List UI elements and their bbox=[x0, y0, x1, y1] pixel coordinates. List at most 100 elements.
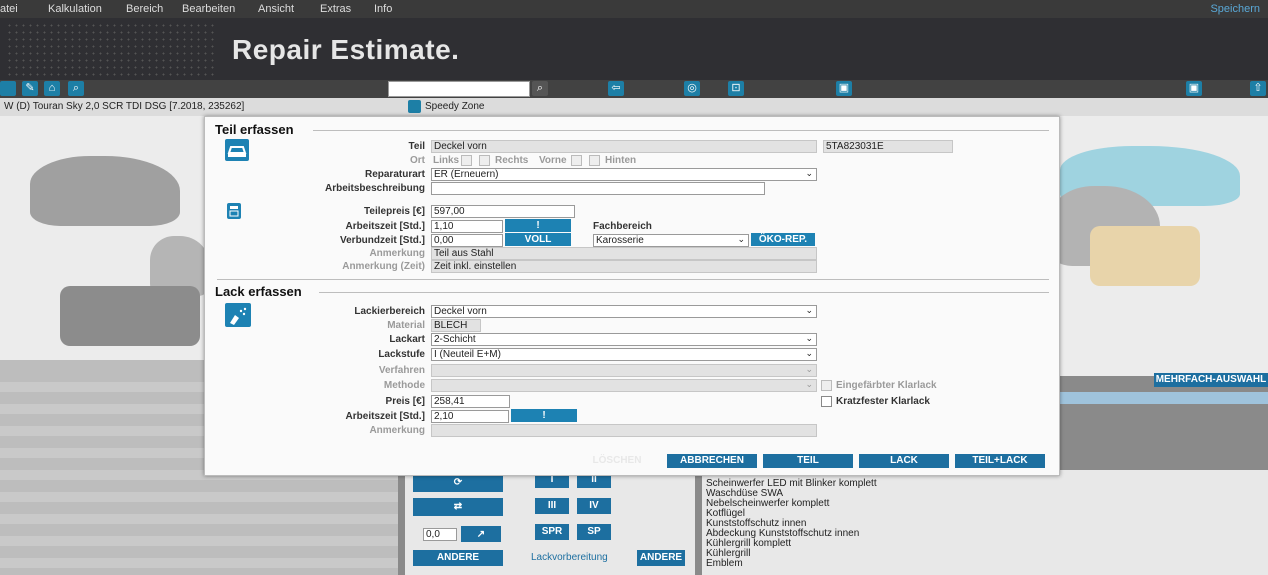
roman-iv-button[interactable]: IV bbox=[577, 498, 611, 514]
list-row[interactable] bbox=[0, 558, 398, 568]
ort-rechts-checkbox[interactable] bbox=[479, 155, 490, 166]
vehicle-description: W (D) Touran Sky 2,0 SCR TDI DSG [7.2018… bbox=[4, 101, 245, 112]
pen-icon[interactable]: ↗ bbox=[461, 526, 501, 542]
bumper-graphic bbox=[1090, 226, 1200, 286]
teilepreis-label: Teilepreis [€] bbox=[364, 206, 425, 217]
teilepreis-input[interactable]: 597,00 bbox=[431, 205, 575, 218]
anmerkung-zeit-field: Zeit inkl. einstellen bbox=[431, 260, 817, 273]
ort-links-checkbox[interactable] bbox=[461, 155, 472, 166]
car-icon[interactable]: ⌂ bbox=[44, 81, 60, 96]
disk-icon[interactable]: ▣ bbox=[1186, 81, 1202, 96]
menu-extras[interactable]: Extras bbox=[320, 3, 351, 15]
upload-icon[interactable]: ⇧ bbox=[1250, 81, 1266, 96]
app-title: Repair Estimate. bbox=[232, 34, 460, 65]
andere-button[interactable]: ANDERE bbox=[413, 550, 503, 566]
menu-bearbeiten[interactable]: Bearbeiten bbox=[182, 3, 235, 15]
menu-kalkulation[interactable]: Kalkulation bbox=[48, 3, 102, 15]
search-car-icon[interactable]: ⌕ bbox=[68, 81, 84, 96]
chevron-down-icon: ⌄ bbox=[805, 305, 813, 315]
tool-icon[interactable] bbox=[0, 81, 16, 96]
speedy-zone[interactable]: Speedy Zone bbox=[408, 100, 485, 113]
app-header: Repair Estimate. bbox=[0, 18, 1268, 80]
teil-lack-button[interactable]: TEIL+LACK bbox=[955, 454, 1045, 468]
export-icon[interactable]: ⊡ bbox=[728, 81, 744, 96]
back-icon[interactable]: ⇦ bbox=[608, 81, 624, 96]
camera-icon[interactable]: ◎ bbox=[684, 81, 700, 96]
menu-bereich[interactable]: Bereich bbox=[126, 3, 163, 15]
menu-info[interactable]: Info bbox=[374, 3, 392, 15]
ort-vorne-checkbox[interactable] bbox=[571, 155, 582, 166]
menu-ansicht[interactable]: Ansicht bbox=[258, 3, 294, 15]
search-icon[interactable]: ⌕ bbox=[532, 81, 548, 96]
eingefaerbter-klarlack-checkbox[interactable] bbox=[821, 380, 832, 391]
teil-button[interactable]: TEIL bbox=[763, 454, 853, 468]
lack-arbeitszeit-input[interactable]: 2,10 bbox=[431, 410, 509, 423]
part-item[interactable]: Emblem bbox=[706, 558, 743, 569]
preis-input[interactable]: 258,41 bbox=[431, 395, 510, 408]
lack-arbeitszeit-warning-button[interactable]: ! bbox=[511, 409, 577, 422]
spr-button[interactable]: SPR bbox=[535, 524, 569, 540]
anmerkung-field: Teil aus Stahl bbox=[431, 247, 817, 260]
save-link[interactable]: Speichern bbox=[1210, 3, 1260, 15]
loeschen-button[interactable]: LÖSCHEN bbox=[581, 454, 653, 468]
chevron-down-icon: ⌄ bbox=[805, 379, 813, 389]
section-divider bbox=[313, 130, 1049, 131]
fachbereich-select[interactable]: Karosserie ⌄ bbox=[593, 234, 749, 247]
arbeitsbeschreibung-input[interactable] bbox=[431, 182, 765, 195]
verfahren-label: Verfahren bbox=[378, 365, 425, 376]
header-pattern bbox=[6, 22, 216, 76]
verbundzeit-input[interactable]: 0,00 bbox=[431, 234, 503, 247]
abbrechen-button[interactable]: ABBRECHEN bbox=[667, 454, 757, 468]
rotate-right-icon[interactable]: ⟳ bbox=[413, 474, 503, 492]
chevron-down-icon: ⌄ bbox=[805, 168, 813, 178]
ort-label: Ort bbox=[410, 155, 425, 166]
lackierbereich-select[interactable]: Deckel vorn ⌄ bbox=[431, 305, 817, 318]
menu-datei[interactable]: atei bbox=[0, 3, 18, 15]
section-divider bbox=[319, 292, 1049, 293]
material-label: Material bbox=[387, 320, 425, 331]
voll-button[interactable]: VOLL bbox=[505, 233, 571, 246]
teil-section-heading: Teil erfassen bbox=[215, 122, 294, 137]
save-icon[interactable]: ▣ bbox=[836, 81, 852, 96]
kratzfester-klarlack-checkbox[interactable] bbox=[821, 396, 832, 407]
verfahren-select[interactable]: ⌄ bbox=[431, 364, 817, 377]
arbeitsbeschreibung-label: Arbeitsbeschreibung bbox=[324, 183, 425, 194]
list-row[interactable] bbox=[0, 536, 398, 546]
reparaturart-label: Reparaturart bbox=[364, 169, 425, 180]
ort-hinten-checkbox[interactable] bbox=[589, 155, 600, 166]
reparaturart-select[interactable]: ER (Erneuern) ⌄ bbox=[431, 168, 817, 181]
arbeitszeit-warning-button[interactable]: ! bbox=[505, 219, 571, 232]
lackart-select[interactable]: 2-Schicht ⌄ bbox=[431, 333, 817, 346]
ort-links-label: Links bbox=[433, 155, 460, 166]
eingefaerbter-klarlack-label: Eingefärbter Klarlack bbox=[836, 380, 937, 391]
lackstufe-select[interactable]: I (Neuteil E+M) ⌄ bbox=[431, 348, 817, 361]
lackart-value: 2-Schicht bbox=[434, 334, 476, 345]
search-input[interactable] bbox=[388, 81, 530, 97]
swap-icon[interactable]: ⇄ bbox=[413, 498, 503, 516]
lackstufe-label: Lackstufe bbox=[378, 349, 425, 360]
methode-select[interactable]: ⌄ bbox=[431, 379, 817, 392]
operation-panel: ⟳ ⇄ 0,0 ↗ ANDERE I II III IV SPR SP Lack… bbox=[405, 470, 695, 575]
sp-button[interactable]: SP bbox=[577, 524, 611, 540]
anmerkung-zeit-label: Anmerkung (Zeit) bbox=[342, 261, 425, 272]
quantity-stepper[interactable]: 0,0 bbox=[423, 528, 457, 541]
part-entry-dialog: Teil erfassen Teil Deckel vorn 5TA823031… bbox=[204, 116, 1060, 476]
toolbar: ✎ ⌂ ⌕ ⌕ ⇦ ◎ ⊡ ▣ ▣ ⇧ bbox=[0, 80, 1268, 98]
menu-bar: atei Kalkulation Bereich Bearbeiten Ansi… bbox=[0, 0, 1268, 18]
section-divider bbox=[217, 279, 1049, 280]
andere-button-2[interactable]: ANDERE bbox=[637, 550, 685, 566]
oeko-rep-button[interactable]: ÖKO-REP. bbox=[751, 233, 815, 246]
speedy-zone-icon bbox=[408, 100, 421, 113]
list-row[interactable] bbox=[0, 492, 398, 502]
lackierbereich-value: Deckel vorn bbox=[434, 306, 487, 317]
lack-arbeitszeit-label: Arbeitszeit [Std.] bbox=[345, 411, 425, 422]
roman-iii-button[interactable]: III bbox=[535, 498, 569, 514]
teil-field: Deckel vorn bbox=[431, 140, 817, 153]
arbeitszeit-input[interactable]: 1,10 bbox=[431, 220, 503, 233]
parts-list-panel: Scheinwerfer LED mit Blinker komplett Wa… bbox=[702, 470, 1268, 575]
lackart-label: Lackart bbox=[389, 334, 425, 345]
lack-button[interactable]: LACK bbox=[859, 454, 949, 468]
mehrfach-auswahl-button[interactable]: MEHRFACH-AUSWAHL bbox=[1154, 373, 1268, 387]
list-row[interactable] bbox=[0, 514, 398, 524]
person-icon[interactable]: ✎ bbox=[22, 81, 38, 96]
